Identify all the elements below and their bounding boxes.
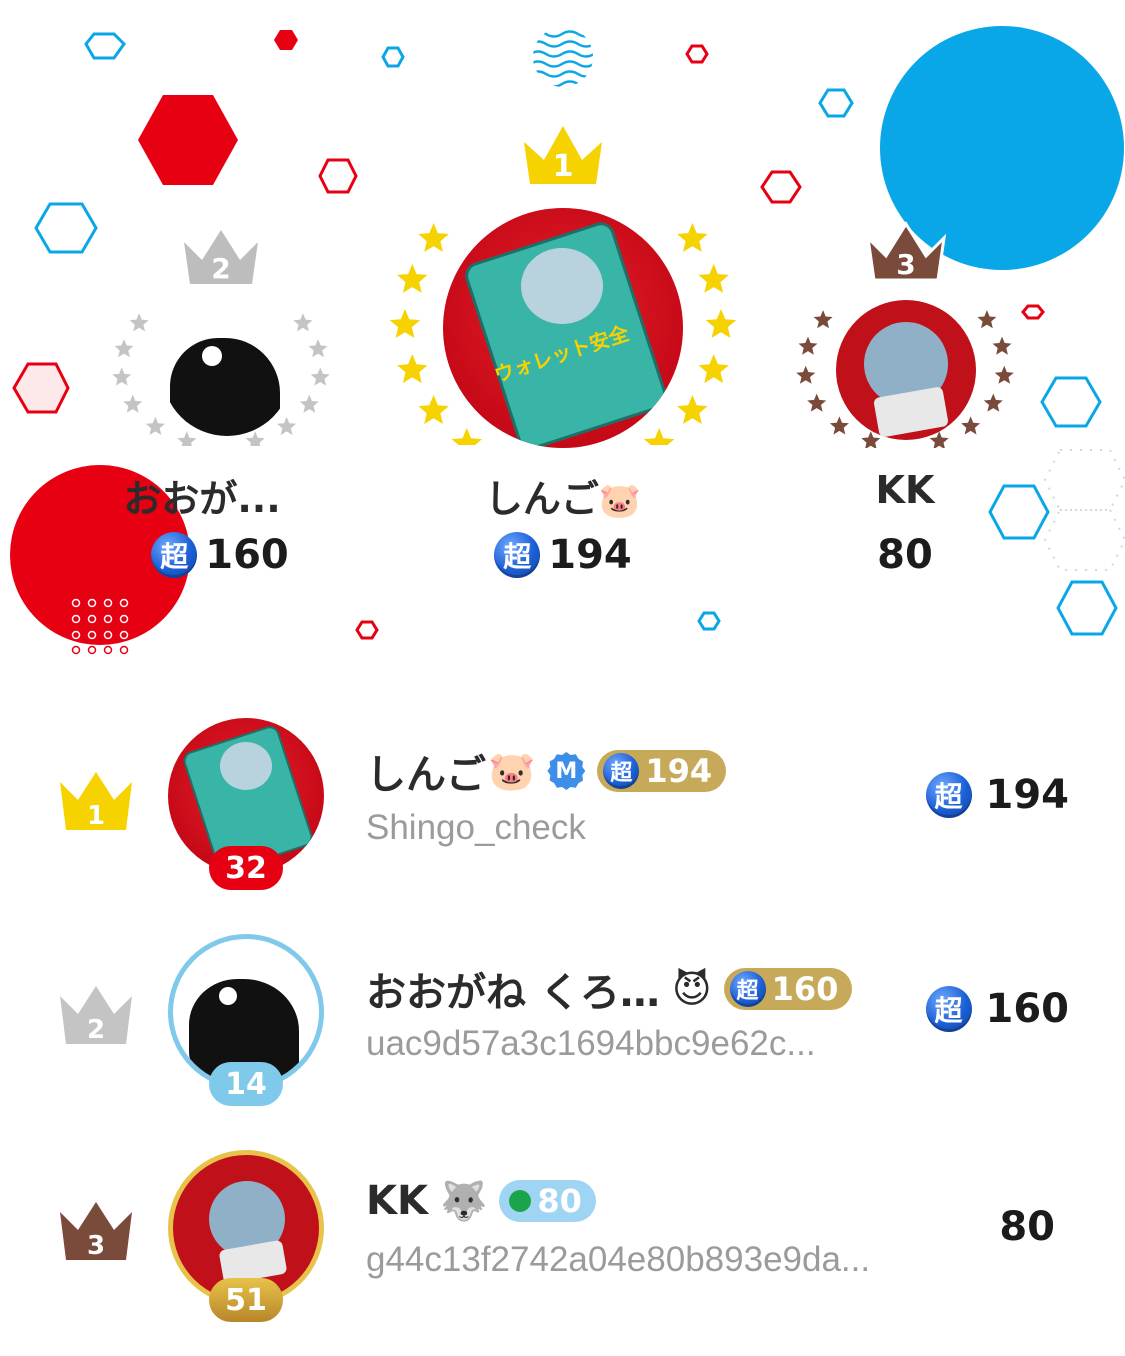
star-icon (698, 263, 729, 293)
wolf-emoji-icon: 🐺 (440, 1179, 488, 1223)
star-icon (123, 394, 143, 413)
podium-avatar-rank-1[interactable]: ウォレット安全 (443, 208, 683, 448)
list-handle-1: Shingo_check (366, 808, 586, 847)
star-icon (677, 223, 708, 252)
list-avatar-1[interactable]: 32 (168, 718, 324, 890)
star-icon (644, 428, 675, 445)
crown-rank-2-icon: 2 (60, 986, 132, 1045)
super-pill: 超 194 (597, 750, 727, 792)
star-icon (994, 365, 1014, 384)
star-icon (798, 336, 818, 355)
star-icon (992, 336, 1012, 355)
online-dot-icon (509, 1190, 532, 1212)
crown-rank-1-icon: 1 (60, 772, 132, 831)
star-icon (977, 310, 997, 329)
podium-score-rank-3: 80 (877, 532, 933, 578)
list-score-2: 超 160 (925, 986, 1069, 1032)
podium-score-rank-1: 超 194 (463, 532, 663, 578)
super-coin-icon: 超 (494, 532, 541, 578)
star-icon (112, 367, 132, 386)
star-icon (397, 263, 428, 293)
podium-name-rank-2: おおが... (123, 477, 281, 521)
star-icon (983, 393, 1003, 412)
list-handle-3: g44c13f2742a04e80b893e9da... (366, 1240, 871, 1279)
list-avatar-3[interactable]: 51 (168, 1150, 324, 1322)
podium-score-rank-2: 超 160 (120, 532, 320, 578)
super-coin-icon: 超 (925, 772, 972, 818)
list-name-1: しんご 🐷 M 超 194 (366, 742, 727, 800)
level-badge: 51 (209, 1278, 283, 1322)
star-icon (397, 354, 428, 384)
pig-emoji-icon: 🐷 (488, 749, 536, 793)
star-icon (145, 416, 165, 435)
star-icon (705, 309, 737, 338)
crown-rank-3-icon: 3 (60, 1202, 132, 1261)
list-name-2: おおがね くろ… 😈 超 160 (366, 960, 853, 1018)
m-badge-icon: M (547, 752, 586, 790)
super-coin-icon: 超 (151, 532, 198, 578)
podium-name-rank-3: KK (875, 468, 935, 512)
podium-avatar-rank-2[interactable] (162, 306, 292, 436)
star-icon (961, 416, 981, 435)
list-name-3: KK 🐺 80 (366, 1178, 596, 1224)
super-coin-icon: 超 (729, 971, 766, 1007)
super-coin-icon: 超 (925, 986, 972, 1032)
crown-rank-1-number: 1 (87, 801, 105, 831)
podium-avatar-rank-3[interactable] (836, 300, 976, 440)
star-icon (389, 309, 421, 338)
podium-name-rank-1: しんご🐷 (484, 477, 642, 521)
star-icon (698, 354, 729, 384)
star-icon (796, 365, 816, 384)
star-icon (418, 223, 449, 252)
ranking-row-3[interactable]: 3 51 KK 🐺 80 g44c13f2742a04e80b893e9da..… (0, 1144, 1125, 1344)
star-icon (451, 428, 482, 445)
star-icon (129, 313, 149, 332)
super-pill: 超 160 (723, 968, 853, 1010)
star-icon (114, 339, 134, 358)
list-handle-2: uac9d57a3c1694bbc9e62c... (366, 1024, 816, 1063)
ranking-row-2[interactable]: 2 14 おおがね くろ… 😈 超 160 uac9d57a3c1694bbc9… (0, 928, 1125, 1128)
list-avatar-2[interactable]: 14 (168, 934, 324, 1106)
status-pill: 80 (499, 1180, 596, 1222)
star-icon (293, 313, 313, 332)
level-badge: 32 (209, 846, 283, 890)
star-icon (813, 310, 833, 329)
star-icon (308, 339, 328, 358)
level-badge: 14 (209, 1062, 283, 1106)
list-score-3: 80 (999, 1204, 1055, 1250)
star-icon (418, 395, 449, 424)
devil-emoji-icon: 😈 (671, 967, 712, 1011)
list-score-1: 超 194 (925, 772, 1069, 818)
star-icon (829, 416, 849, 435)
star-icon (299, 394, 319, 413)
super-coin-icon: 超 (603, 753, 640, 789)
crown-rank-2-number: 2 (87, 1015, 105, 1045)
ranking-row-1[interactable]: 1 32 しんご 🐷 M 超 194 Shingo_check 超 194 (0, 712, 1125, 912)
crown-rank-3-number: 3 (87, 1231, 105, 1261)
star-icon (310, 367, 330, 386)
star-icon (677, 395, 708, 424)
star-icon (807, 393, 827, 412)
